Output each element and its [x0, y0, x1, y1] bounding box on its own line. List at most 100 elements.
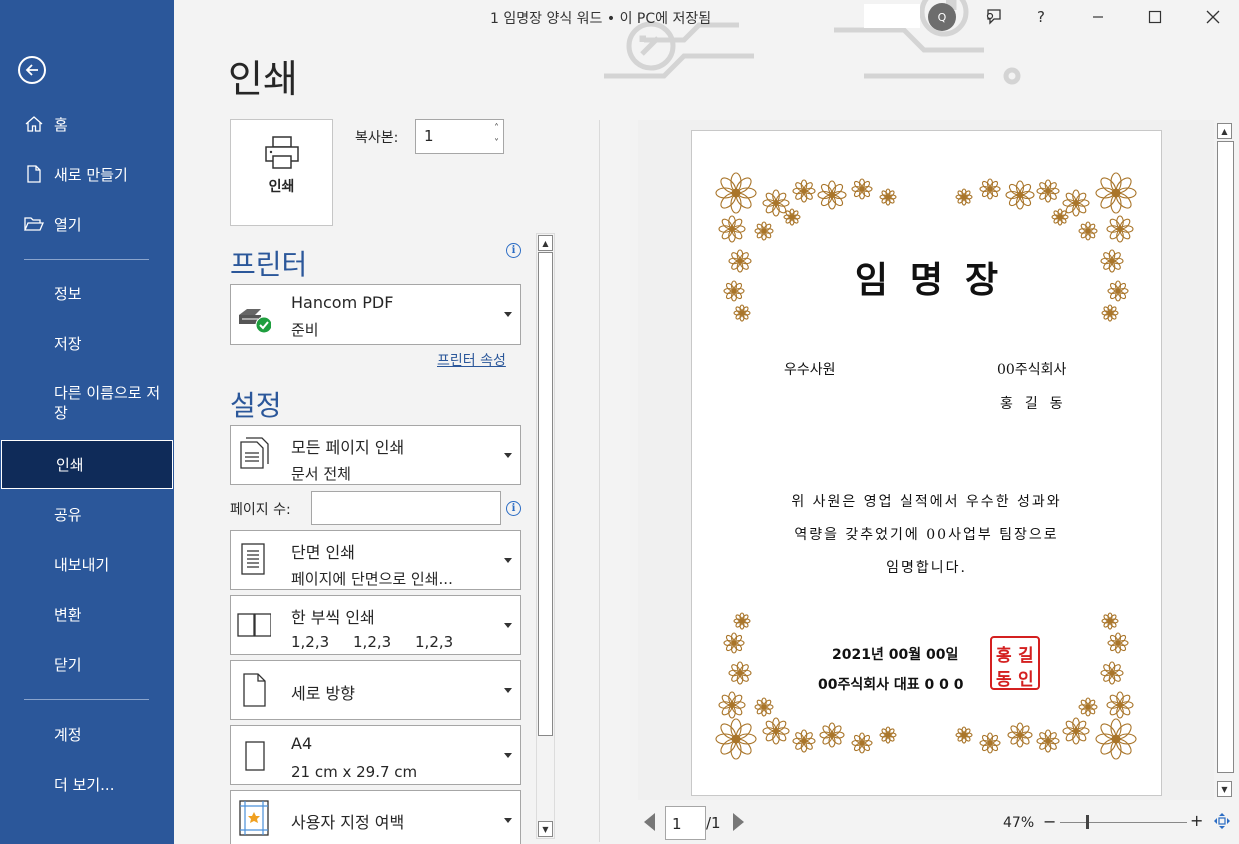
ornament-flower [723, 632, 745, 654]
sidebar-item-label: 변환 [54, 605, 82, 624]
sidebar-item-transform[interactable]: 변환 [0, 594, 174, 634]
sidebar-item-account[interactable]: 계정 [0, 714, 174, 754]
pages-info-icon[interactable]: i [506, 501, 521, 516]
paper-size-icon [245, 741, 265, 771]
margins-dropdown[interactable]: 사용자 지정 여백 [230, 790, 521, 844]
help-button[interactable]: ? [1024, 4, 1058, 30]
printer-dropdown[interactable]: Hancom PDF 준비 [230, 284, 521, 345]
ornament-flower [955, 726, 973, 744]
sidebar-item-label: 새로 만들기 [54, 165, 128, 184]
print-range-dropdown[interactable]: 모든 페이지 인쇄 문서 전체 [230, 425, 521, 485]
ornament-flower [718, 215, 746, 243]
sidebar-item-export[interactable]: 내보내기 [0, 544, 174, 584]
copies-input[interactable]: 1 ˄ ˅ [415, 119, 504, 154]
ornament-flower [819, 722, 845, 748]
printer-properties-link[interactable]: 프린터 속성 [437, 350, 506, 370]
portrait-orientation-icon [243, 673, 266, 707]
ornament-flower [1101, 304, 1119, 322]
spin-down-icon[interactable]: ˅ [494, 136, 499, 151]
next-page-icon[interactable] [733, 813, 744, 831]
printer-info-icon[interactable]: i [506, 243, 521, 258]
account-name-field[interactable] [864, 4, 920, 28]
ornament-flower [754, 697, 774, 717]
ornament-flower [762, 717, 790, 745]
zoom-level[interactable]: 47% [1003, 815, 1034, 831]
scroll-down-icon[interactable]: ▼ [1217, 781, 1232, 797]
sidebar-divider [24, 699, 149, 700]
chevron-down-icon [504, 688, 512, 693]
zoom-slider[interactable] [1060, 822, 1187, 823]
spin-up-icon[interactable]: ˄ [494, 121, 499, 136]
ornament-flower [783, 208, 801, 226]
minimize-button[interactable] [1081, 4, 1115, 30]
sidebar-item-more[interactable]: 더 보기... [0, 764, 174, 804]
copies-spinner[interactable]: ˄ ˅ [494, 121, 499, 151]
scrollbar-thumb[interactable] [1217, 141, 1234, 773]
paper-size-dropdown[interactable]: A4 21 cm x 29.7 cm [230, 725, 521, 785]
sidebar-item-home[interactable]: 홈 [0, 104, 174, 144]
body-line: 위 사원은 영업 실적에서 우수한 성과와 [791, 494, 1062, 510]
award-type: 우수사원 [784, 362, 836, 378]
sidebar-item-open[interactable]: 열기 [0, 204, 174, 244]
back-arrow-icon [25, 64, 38, 76]
ornament-flower [1095, 172, 1137, 214]
pages-input[interactable] [311, 491, 501, 525]
setting-title: 사용자 지정 여백 [291, 813, 405, 832]
ornament-flower [718, 691, 746, 719]
maximize-icon [1148, 10, 1162, 24]
chevron-down-icon [504, 818, 512, 823]
sidebar-item-share[interactable]: 공유 [0, 494, 174, 534]
chevron-down-icon [504, 753, 512, 758]
page-title: 인쇄 [228, 57, 298, 101]
orientation-dropdown[interactable]: 세로 방향 [230, 660, 521, 720]
chevron-down-icon [504, 623, 512, 628]
scroll-up-icon[interactable]: ▲ [538, 235, 553, 251]
sides-dropdown[interactable]: 단면 인쇄 페이지에 단면으로 인쇄... [230, 530, 521, 590]
setting-title: 한 부씩 인쇄 [291, 608, 375, 627]
body-line: 임명합니다. [886, 560, 967, 576]
scrollbar-thumb[interactable] [538, 252, 553, 736]
ornament-flower [955, 188, 973, 206]
zoom-in-button[interactable]: + [1190, 811, 1203, 830]
sidebar-item-print[interactable]: 인쇄 [1, 440, 173, 489]
zoom-slider-thumb[interactable] [1086, 815, 1089, 829]
scroll-down-icon[interactable]: ▼ [538, 821, 553, 837]
fit-to-window-icon[interactable] [1213, 812, 1231, 830]
sidebar-item-label: 홈 [54, 115, 68, 134]
ornament-flower [728, 661, 752, 685]
print-button[interactable]: 인쇄 [230, 119, 333, 226]
back-button[interactable] [18, 56, 46, 84]
zoom-out-button[interactable]: − [1043, 812, 1056, 831]
preview-scrollbar[interactable]: ▲ ▼ [1216, 121, 1235, 799]
chevron-down-icon [504, 558, 512, 563]
setting-title: A4 [291, 734, 313, 753]
close-window-button[interactable] [1196, 4, 1230, 30]
scroll-up-icon[interactable]: ▲ [1217, 123, 1232, 139]
setting-detail: 페이지에 단면으로 인쇄... [291, 570, 453, 588]
ornament-flower [733, 304, 751, 322]
ornament-flower [1106, 215, 1134, 243]
seal-char: 홍 [996, 646, 1012, 666]
ornament-flower [1107, 632, 1129, 654]
new-document-icon [27, 165, 41, 183]
collate-dropdown[interactable]: 한 부씩 인쇄 1,2,3 1,2,3 1,2,3 [230, 595, 521, 655]
sidebar-item-save-as[interactable]: 다른 이름으로 저장 [0, 378, 174, 428]
page-number-input[interactable]: 1 [665, 806, 706, 840]
preview-page: 임명장 우수사원 00주식회사 홍길동 위 사원은 영업 실적에서 우수한 성과… [691, 130, 1162, 796]
sidebar-item-close[interactable]: 닫기 [0, 644, 174, 684]
sidebar-item-new[interactable]: 새로 만들기 [0, 154, 174, 194]
settings-scrollbar[interactable]: ▲ ▼ [536, 233, 555, 839]
issue-date: 2021년 00월 00일 [832, 647, 959, 663]
seal-char: 길 [1018, 646, 1034, 666]
ornament-flower [1078, 221, 1098, 241]
seal-char: 동 [996, 670, 1012, 690]
avatar[interactable]: Q [928, 3, 956, 31]
maximize-button[interactable] [1138, 4, 1172, 30]
backstage-sidebar: 홈 새로 만들기 열기 정보 저장 다른 이름으로 저장 인쇄 공유 내보내기 … [0, 0, 174, 844]
sidebar-item-info[interactable]: 정보 [0, 273, 174, 313]
previous-page-icon[interactable] [644, 813, 655, 831]
sidebar-item-save[interactable]: 저장 [0, 323, 174, 363]
feedback-button[interactable] [976, 4, 1010, 30]
setting-title: 단면 인쇄 [291, 543, 355, 562]
printer-heading: 프린터 [230, 248, 308, 281]
